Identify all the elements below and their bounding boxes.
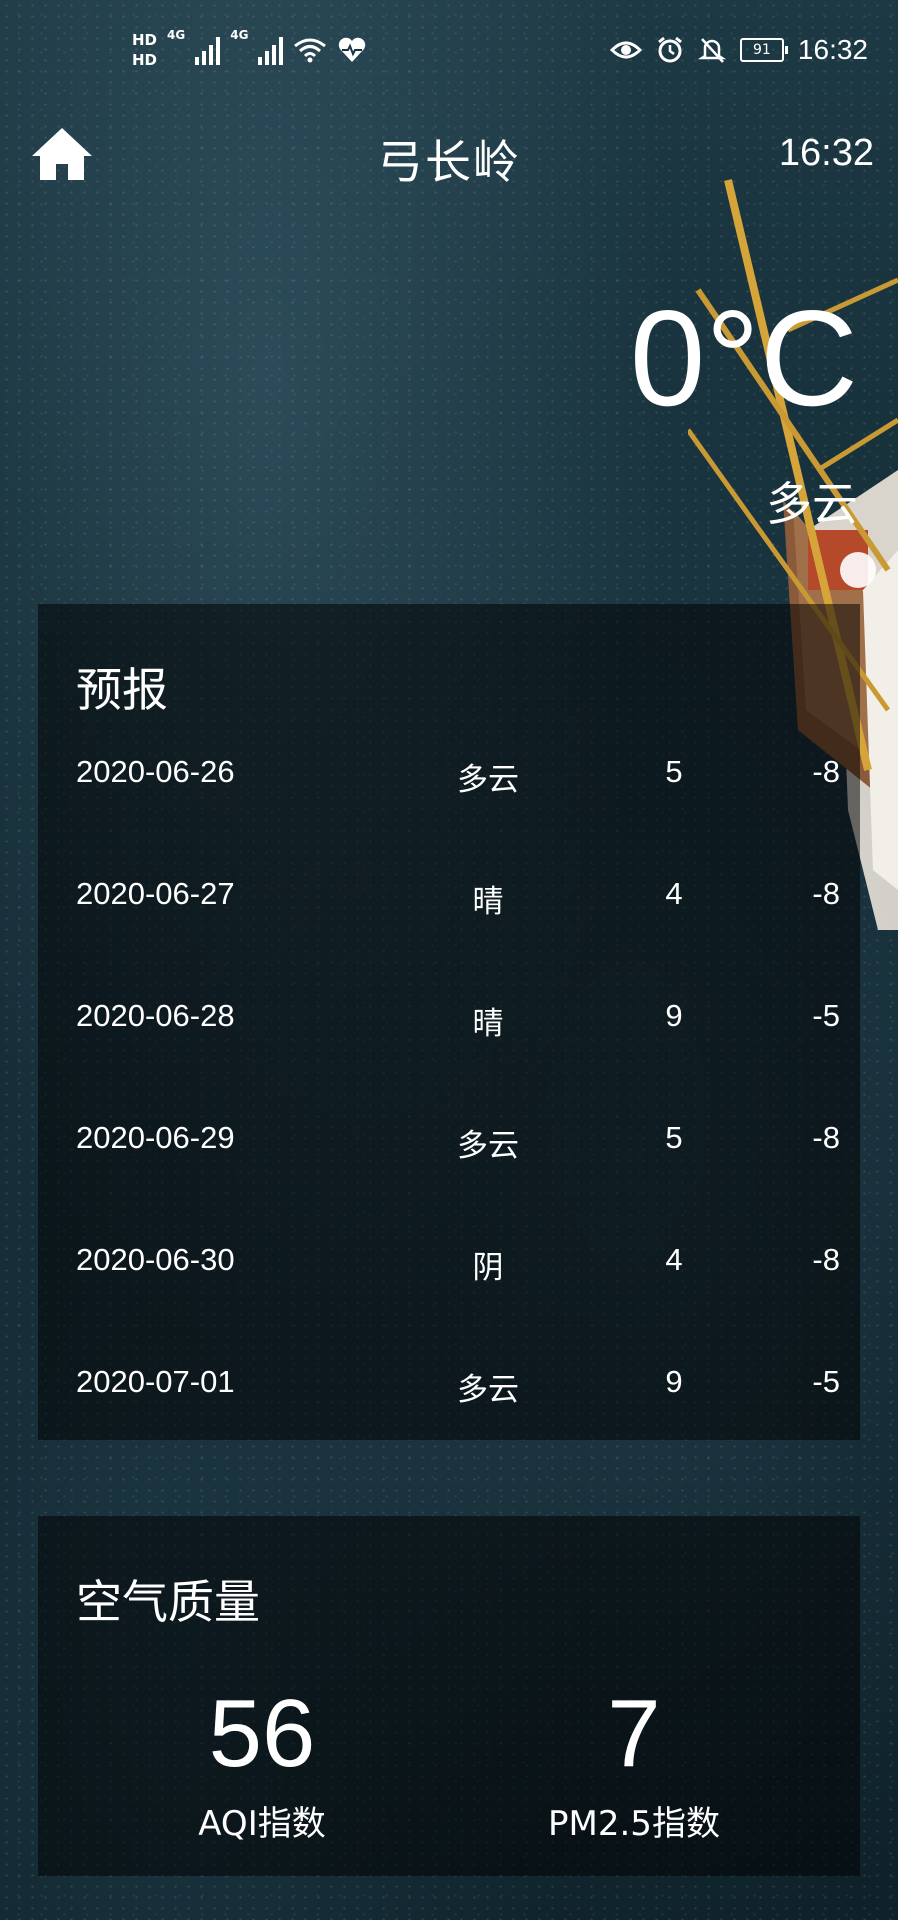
- forecast-row: 2020-07-01 多云 9 -5: [38, 1364, 860, 1424]
- heart-icon: [339, 37, 366, 62]
- forecast-row: 2020-06-29 多云 5 -8: [38, 1120, 860, 1180]
- forecast-card: 预报 2020-06-26 多云 5 -8 2020-06-27 晴 4 -8 …: [38, 604, 860, 1440]
- city-title: 弓长岭: [377, 135, 521, 189]
- forecast-min-temp: -5: [812, 1364, 840, 1399]
- battery-icon: 91: [739, 38, 788, 62]
- pm25-block: 7 PM2.5指数: [474, 1686, 794, 1845]
- forecast-date: 2020-06-28: [76, 998, 235, 1033]
- mute-icon: [697, 38, 726, 63]
- signal-icon-2: [258, 35, 284, 65]
- forecast-max-temp: 5: [665, 754, 683, 789]
- forecast-date: 2020-06-27: [76, 876, 235, 911]
- forecast-max-temp: 4: [665, 1242, 683, 1277]
- forecast-date: 2020-06-26: [76, 754, 235, 789]
- update-time: 16:32: [778, 132, 874, 174]
- eye-icon: [609, 41, 642, 59]
- forecast-max-temp: 4: [665, 876, 683, 911]
- air-quality-card: 空气质量 56 AQI指数 7 PM2.5指数: [38, 1516, 860, 1876]
- air-quality-title: 空气质量: [76, 1575, 260, 1629]
- forecast-date: 2020-06-30: [76, 1242, 235, 1277]
- forecast-min-temp: -5: [812, 998, 840, 1033]
- status-bar: HD HD 4G 4G 91 16:32: [0, 0, 898, 104]
- forecast-min-temp: -8: [812, 754, 840, 789]
- wifi-icon: [294, 38, 327, 63]
- forecast-condition: 阴: [472, 1250, 504, 1286]
- current-temperature: 0°C: [629, 282, 858, 434]
- status-right-icons: 91 16:32: [609, 28, 868, 72]
- forecast-row: 2020-06-27 晴 4 -8: [38, 876, 860, 936]
- hd-icon: HD HD: [132, 31, 158, 69]
- aqi-label: AQI指数: [198, 1804, 326, 1844]
- forecast-min-temp: -8: [812, 876, 840, 911]
- forecast-date: 2020-06-29: [76, 1120, 235, 1155]
- forecast-date: 2020-07-01: [76, 1364, 235, 1399]
- status-left-icons: HD HD 4G 4G: [132, 28, 367, 72]
- aqi-value: 56: [208, 1680, 316, 1787]
- alarm-icon: [657, 36, 682, 63]
- network-type-label: 4G: [167, 28, 186, 42]
- forecast-max-temp: 5: [665, 1120, 683, 1155]
- pm25-label: PM2.5指数: [548, 1804, 720, 1844]
- status-time: 16:32: [797, 34, 868, 65]
- forecast-title: 预报: [76, 663, 168, 717]
- forecast-row: 2020-06-28 晴 9 -5: [38, 998, 860, 1058]
- forecast-condition: 晴: [472, 1006, 504, 1042]
- forecast-row: 2020-06-26 多云 5 -8: [38, 754, 860, 814]
- forecast-condition: 晴: [472, 884, 504, 920]
- forecast-max-temp: 9: [665, 998, 683, 1033]
- forecast-condition: 多云: [457, 1372, 519, 1408]
- signal-icon: [195, 35, 221, 65]
- forecast-min-temp: -8: [812, 1242, 840, 1277]
- current-condition: 多云: [766, 477, 858, 531]
- pm25-value: 7: [607, 1680, 661, 1787]
- forecast-max-temp: 9: [665, 1364, 683, 1399]
- network-type-label-2: 4G: [230, 28, 249, 42]
- aqi-block: 56 AQI指数: [102, 1686, 422, 1845]
- forecast-condition: 多云: [457, 762, 519, 798]
- forecast-condition: 多云: [457, 1128, 519, 1164]
- forecast-row: 2020-06-30 阴 4 -8: [38, 1242, 860, 1302]
- forecast-min-temp: -8: [812, 1120, 840, 1155]
